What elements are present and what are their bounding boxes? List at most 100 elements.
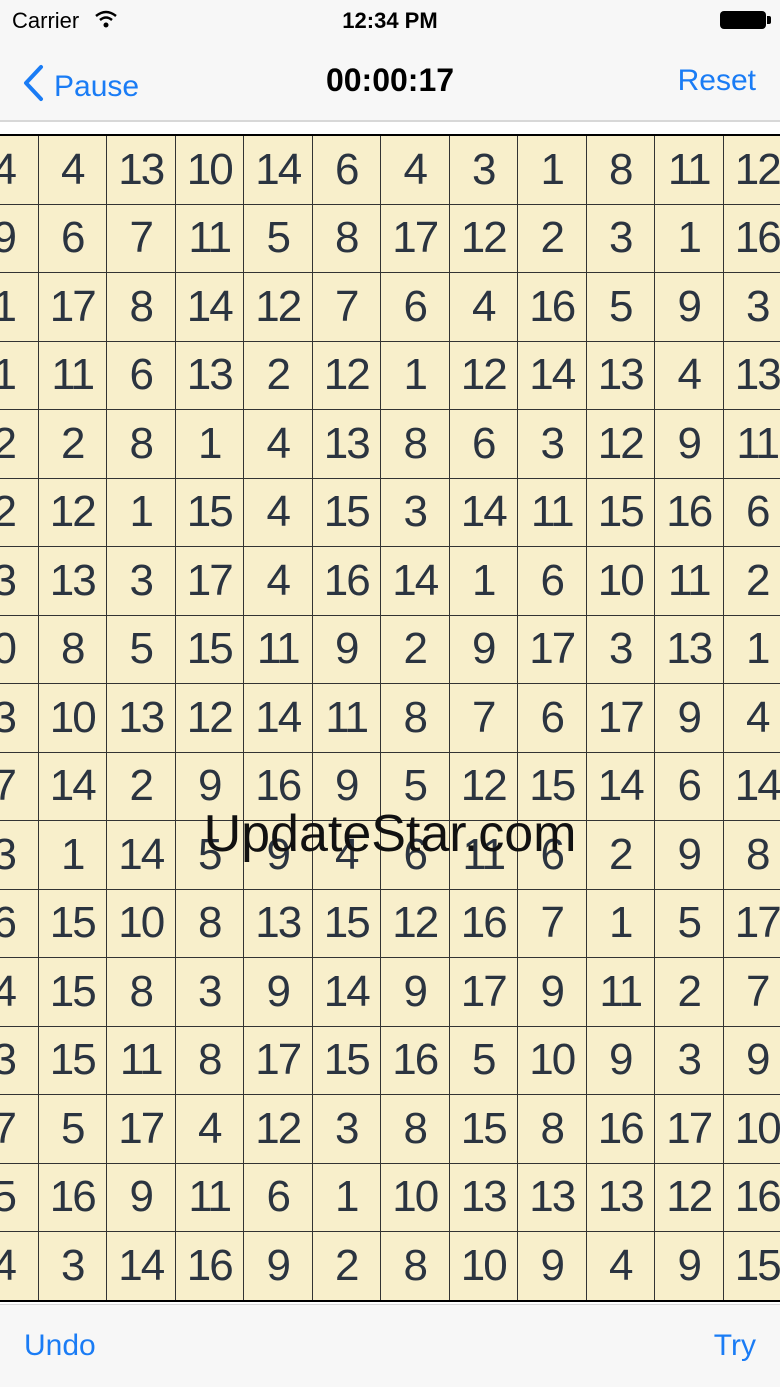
grid-cell[interactable]: 15 [38,958,107,1027]
grid-cell[interactable]: 5 [586,273,655,342]
grid-cell[interactable]: 11 [107,1026,176,1095]
grid-cell[interactable]: 9 [107,1163,176,1232]
grid-cell[interactable]: 3 [38,1232,107,1300]
grid-cell[interactable]: 11 [723,410,780,479]
grid-cell[interactable]: 3 [0,1026,39,1095]
grid-cell[interactable]: 12 [244,273,313,342]
grid-cell[interactable]: 3 [175,958,244,1027]
grid-cell[interactable]: 9 [244,1232,313,1300]
grid-cell[interactable]: 14 [723,752,780,821]
grid-cell[interactable]: 4 [381,136,450,205]
grid-cell[interactable]: 3 [586,615,655,684]
grid-cell[interactable]: 6 [723,478,780,547]
grid-cell[interactable]: 10 [381,1163,450,1232]
undo-button[interactable]: Undo [24,1329,96,1363]
grid-cell[interactable]: 3 [518,410,587,479]
grid-cell[interactable]: 6 [244,1163,313,1232]
grid-cell[interactable]: 10 [175,136,244,205]
grid-cell[interactable]: 1 [518,136,587,205]
grid-cell[interactable]: 17 [38,273,107,342]
reset-button[interactable]: Reset [678,64,756,98]
grid-cell[interactable]: 5 [0,1163,39,1232]
grid-cell[interactable]: 9 [312,615,381,684]
grid-cell[interactable]: 9 [244,821,313,890]
grid-cell[interactable]: 12 [175,684,244,753]
grid-cell[interactable]: 9 [655,821,724,890]
grid-cell[interactable]: 3 [0,821,39,890]
grid-cell[interactable]: 13 [655,615,724,684]
grid-cell[interactable]: 6 [0,889,39,958]
grid-cell[interactable]: 4 [655,341,724,410]
grid-cell[interactable]: 3 [0,684,39,753]
grid-cell[interactable]: 1 [586,889,655,958]
grid-cell[interactable]: 8 [107,273,176,342]
grid-cell[interactable]: 11 [586,958,655,1027]
grid-cell[interactable]: 12 [586,410,655,479]
grid-cell[interactable]: 9 [518,1232,587,1300]
grid-cell[interactable]: 12 [449,341,518,410]
grid-cell[interactable]: 12 [655,1163,724,1232]
grid-cell[interactable]: 1 [0,273,39,342]
grid-cell[interactable]: 9 [655,410,724,479]
grid-cell[interactable]: 12 [38,478,107,547]
grid-cell[interactable]: 12 [244,1095,313,1164]
grid-cell[interactable]: 17 [449,958,518,1027]
grid-cell[interactable]: 13 [723,341,780,410]
grid-cell[interactable]: 11 [655,547,724,616]
grid-cell[interactable]: 6 [518,684,587,753]
grid-cell[interactable]: 11 [244,615,313,684]
grid-cell[interactable]: 7 [0,1095,39,1164]
grid-cell[interactable]: 16 [586,1095,655,1164]
grid-cell[interactable]: 15 [449,1095,518,1164]
grid-cell[interactable]: 11 [449,821,518,890]
grid-cell[interactable]: 6 [312,136,381,205]
grid-cell[interactable]: 13 [175,341,244,410]
grid-cell[interactable]: 7 [723,958,780,1027]
grid-cell[interactable]: 9 [586,1026,655,1095]
grid-cell[interactable]: 0 [0,615,39,684]
grid-cell[interactable]: 8 [381,684,450,753]
grid-cell[interactable]: 6 [518,821,587,890]
grid-cell[interactable]: 14 [518,341,587,410]
grid-cell[interactable]: 11 [175,204,244,273]
grid-cell[interactable]: 17 [723,889,780,958]
grid-cell[interactable]: 2 [0,410,39,479]
grid-cell[interactable]: 15 [175,615,244,684]
grid-cell[interactable]: 16 [723,204,780,273]
grid-cell[interactable]: 12 [381,889,450,958]
grid-cell[interactable]: 13 [312,410,381,479]
grid-cell[interactable]: 8 [107,410,176,479]
grid-cell[interactable]: 4 [586,1232,655,1300]
grid-cell[interactable]: 13 [586,341,655,410]
grid-cell[interactable]: 3 [655,1026,724,1095]
number-grid-board[interactable]: 4413101464318111296711581712231161178141… [0,134,780,1302]
grid-cell[interactable]: 12 [449,204,518,273]
grid-cell[interactable]: 9 [244,958,313,1027]
grid-cell[interactable]: 7 [0,752,39,821]
grid-cell[interactable]: 1 [381,341,450,410]
grid-cell[interactable]: 8 [586,136,655,205]
grid-cell[interactable]: 8 [107,958,176,1027]
grid-cell[interactable]: 14 [312,958,381,1027]
grid-cell[interactable]: 1 [107,478,176,547]
grid-cell[interactable]: 9 [655,273,724,342]
grid-cell[interactable]: 3 [0,547,39,616]
grid-cell[interactable]: 5 [175,821,244,890]
grid-cell[interactable]: 15 [586,478,655,547]
grid-cell[interactable]: 14 [175,273,244,342]
grid-cell[interactable]: 14 [449,478,518,547]
grid-cell[interactable]: 10 [107,889,176,958]
grid-cell[interactable]: 13 [107,136,176,205]
grid-cell[interactable]: 8 [381,410,450,479]
grid-cell[interactable]: 3 [381,478,450,547]
grid-cell[interactable]: 4 [244,478,313,547]
grid-cell[interactable]: 8 [381,1095,450,1164]
grid-cell[interactable]: 6 [449,410,518,479]
grid-cell[interactable]: 13 [518,1163,587,1232]
grid-cell[interactable]: 15 [723,1232,780,1300]
grid-cell[interactable]: 5 [244,204,313,273]
grid-cell[interactable]: 16 [175,1232,244,1300]
grid-cell[interactable]: 9 [381,958,450,1027]
grid-cell[interactable]: 11 [655,136,724,205]
grid-cell[interactable]: 5 [449,1026,518,1095]
